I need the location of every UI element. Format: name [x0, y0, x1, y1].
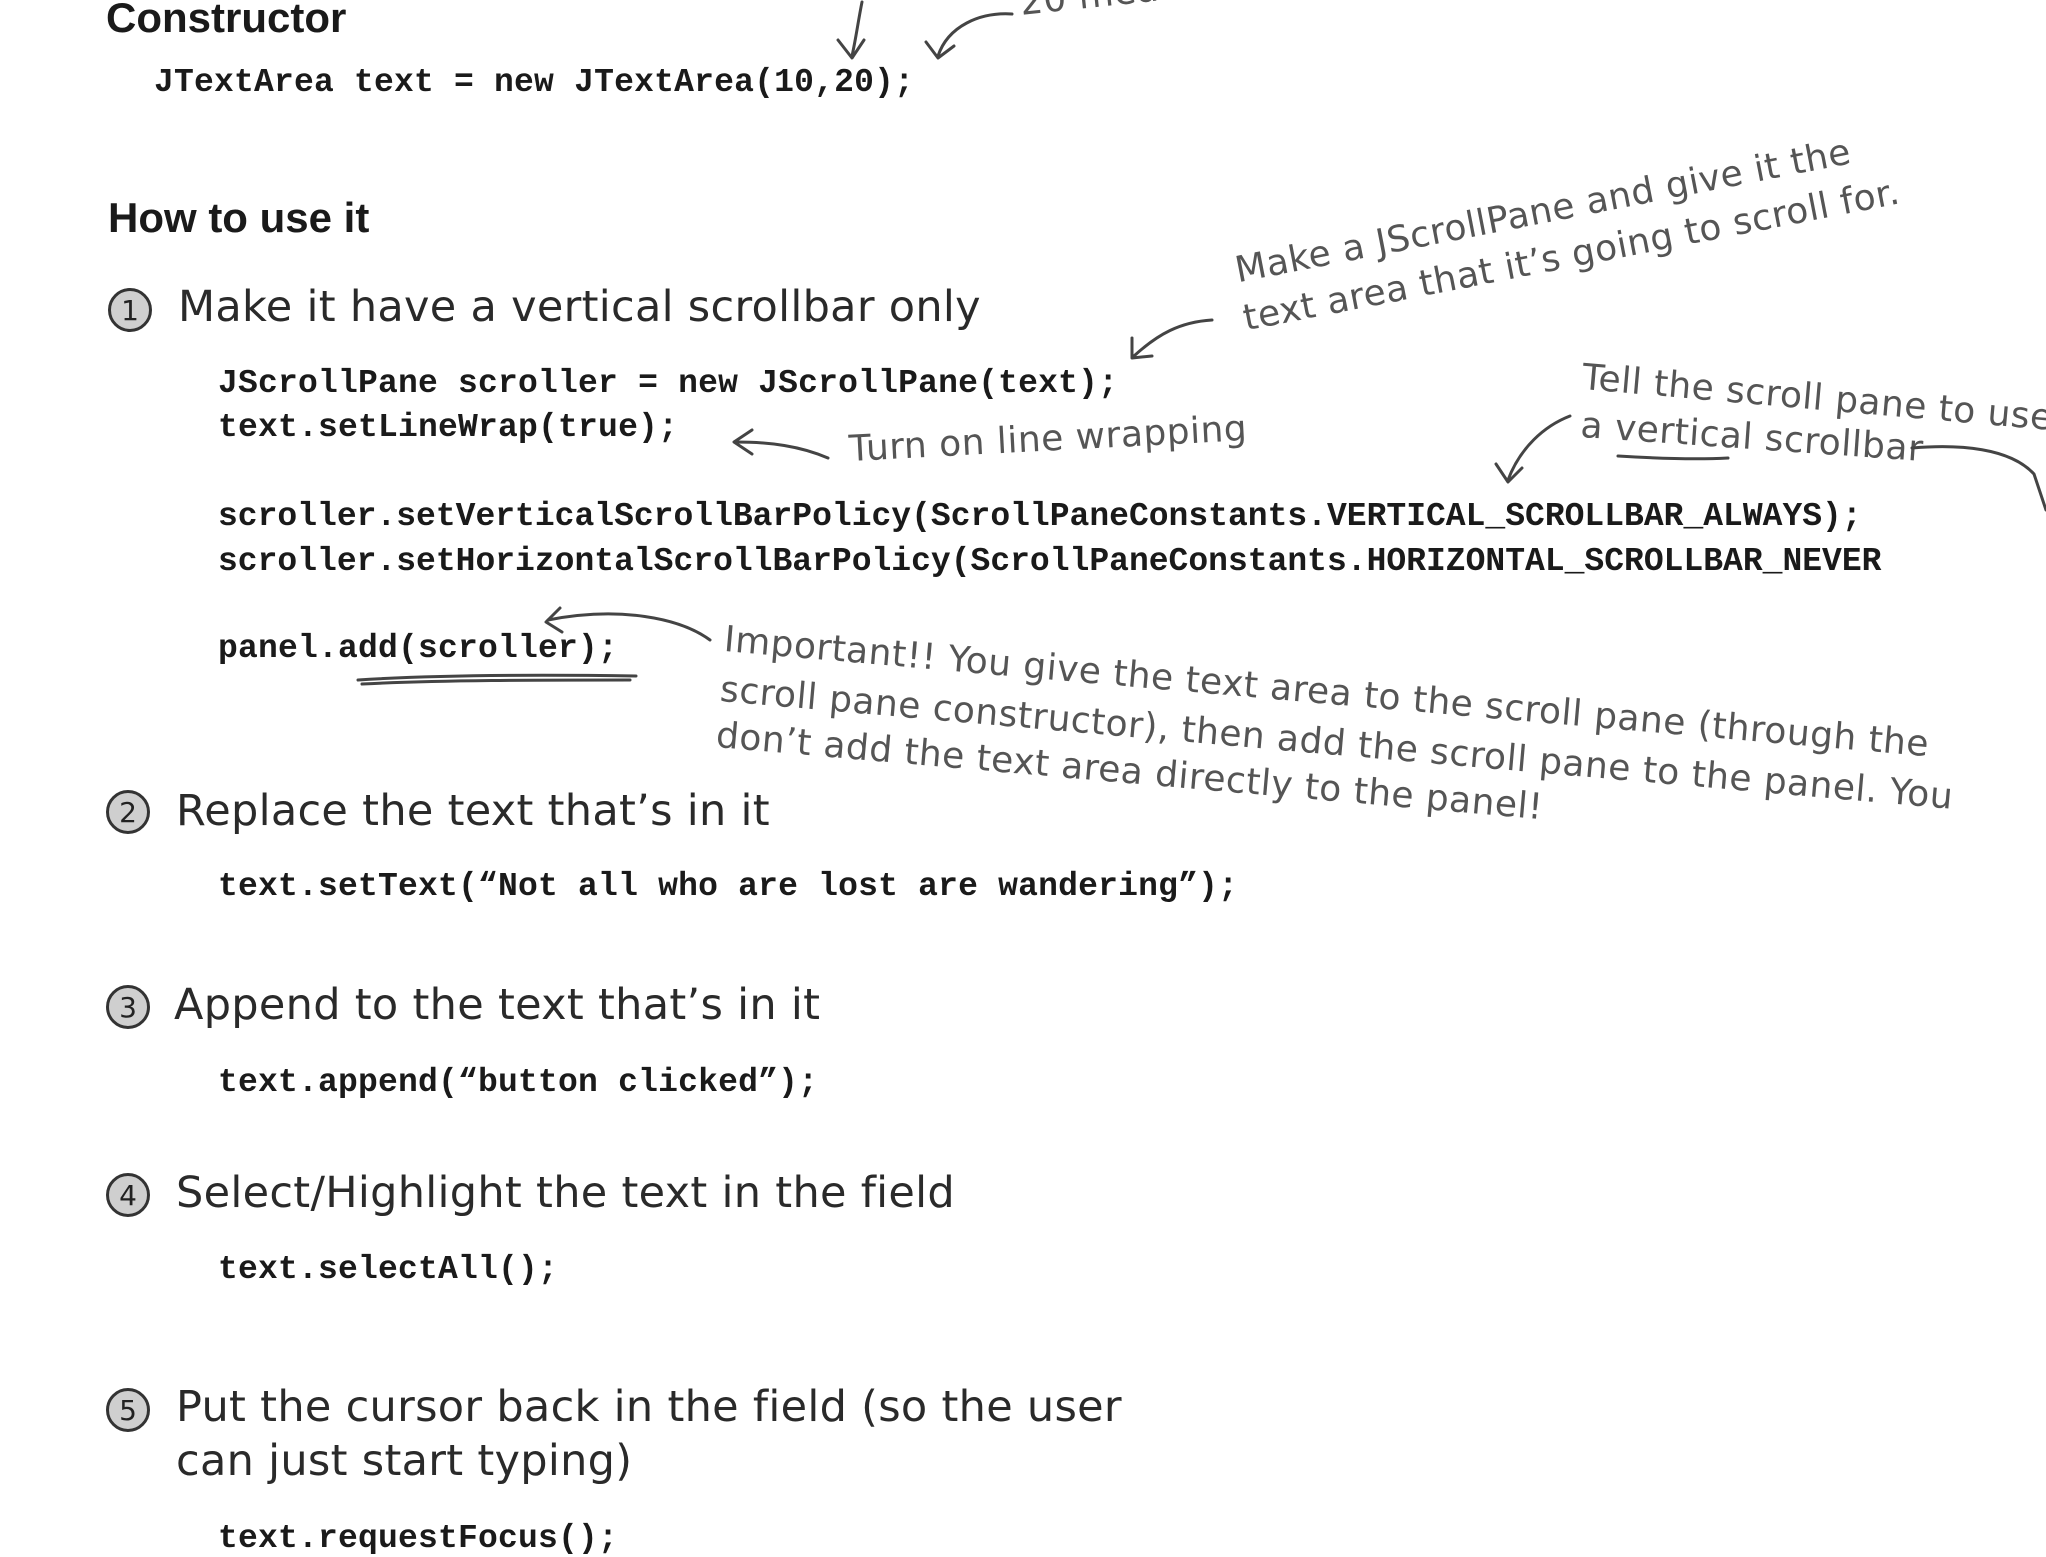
arrow-scrollpane-head — [1130, 336, 1154, 360]
constructor-code: JTextArea text = new JTextArea(10,20); — [154, 64, 915, 101]
underline-add-scroller-2 — [360, 678, 632, 686]
step-3-title: Append to the text that’s in it — [174, 980, 821, 1030]
underline-add-scroller — [356, 673, 638, 682]
arrow-add-scroller-head — [544, 606, 564, 634]
step-1-code-line-2: text.setLineWrap(true); — [218, 409, 679, 446]
arrow-constructor-rows — [850, 0, 864, 58]
step-1-number: 1 — [108, 288, 152, 332]
step-1-code-line-5: panel.add(scroller); — [218, 630, 619, 667]
step-5-title-line-2: can just start typing) — [176, 1436, 633, 1486]
step-5-title-line-1: Put the cursor back in the field (so the… — [176, 1382, 1122, 1432]
arrow-scrollpane — [1132, 318, 1214, 358]
step-1-code-line-4: scroller.setHorizontalScrollBarPolicy(Sc… — [218, 543, 1882, 580]
arrow-linewrap — [734, 440, 830, 460]
arrow-linewrap-head — [732, 428, 754, 456]
constructor-heading: Constructor — [106, 0, 347, 41]
step-2-title: Replace the text that’s in it — [176, 786, 770, 836]
arrow-constructor-cols-head — [924, 40, 956, 60]
arrow-constructor-rows-head — [836, 38, 866, 60]
underline-vertical — [1616, 454, 1730, 461]
step-1-code-line-3: scroller.setVerticalScrollBarPolicy(Scro… — [218, 498, 1862, 535]
step-1-code-line-1: JScrollPane scroller = new JScrollPane(t… — [218, 365, 1119, 402]
step-2-code: text.setText(“Not all who are lost are w… — [218, 868, 1239, 905]
arrow-vertical-ui-head — [1494, 462, 1524, 484]
step-3-number: 3 — [106, 985, 150, 1029]
step-2-number: 2 — [106, 790, 150, 834]
step-5-code: text.requestFocus(); — [218, 1520, 619, 1557]
step-4-title: Select/Highlight the text in the field — [176, 1168, 955, 1218]
annotation-linewrap: Turn on line wrapping — [847, 408, 1249, 470]
arrow-vertical-right — [1910, 445, 2046, 512]
step-3-code: text.append(“button clicked”); — [218, 1064, 819, 1101]
step-4-code: text.selectAll(); — [218, 1251, 559, 1288]
annotation-twenty-means: 20 means 20 — [1018, 0, 1262, 24]
step-5-number: 5 — [106, 1388, 150, 1432]
arrow-vertical-ui — [1506, 414, 1572, 482]
howto-heading: How to use it — [108, 194, 370, 241]
arrow-constructor-cols — [936, 12, 1014, 58]
step-4-number: 4 — [106, 1173, 150, 1217]
step-1-title: Make it have a vertical scrollbar only — [178, 282, 981, 332]
